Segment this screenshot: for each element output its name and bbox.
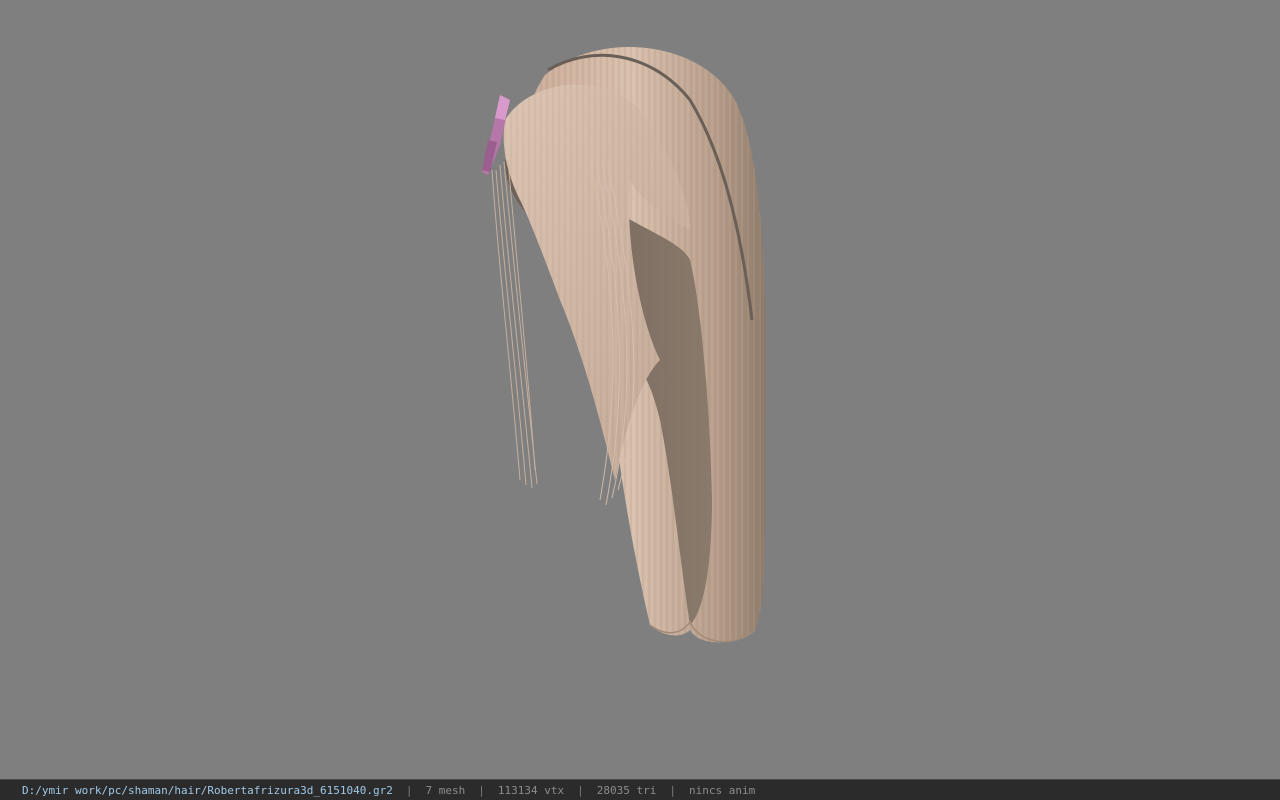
- separator: |: [405, 783, 413, 797]
- status-bar: D:/ymir work/pc/shaman/hair/Robertafrizu…: [0, 779, 1280, 800]
- separator: |: [669, 783, 676, 797]
- separator: |: [478, 783, 485, 797]
- file-path-label: D:/ymir work/pc/shaman/hair/Robertafrizu…: [22, 783, 393, 797]
- triangle-count-label: 28035 tri: [596, 783, 657, 797]
- anim-status-label: nincs anim: [688, 783, 756, 797]
- vertex-count-label: 113134 vtx: [497, 783, 565, 797]
- mesh-count-label: 7 mesh: [425, 783, 466, 797]
- 3d-viewport[interactable]: [0, 0, 1280, 779]
- hair-model-render: [482, 47, 766, 643]
- separator: |: [577, 783, 584, 797]
